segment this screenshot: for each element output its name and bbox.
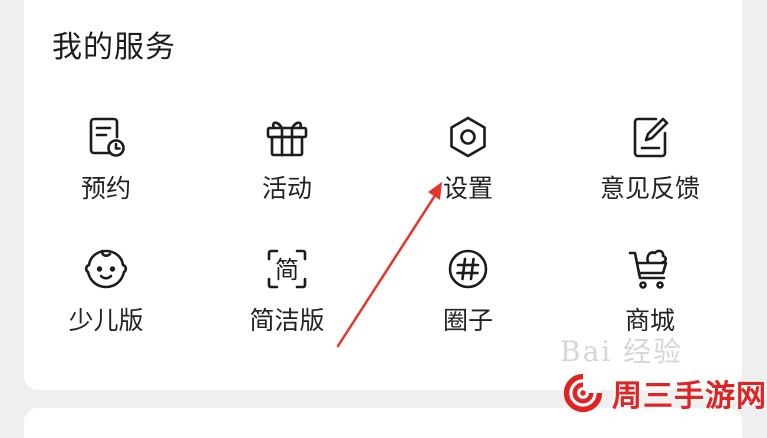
service-item-kids-mode[interactable]: 少儿版 (26, 245, 186, 337)
service-label: 圈子 (442, 306, 493, 335)
section-title: 我的服务 (52, 30, 176, 65)
service-item-reservation[interactable]: 预约 (26, 113, 186, 205)
service-item-settings[interactable]: 设置 (388, 113, 548, 205)
simple-mode-glyph: 简 (275, 256, 299, 284)
child-face-icon (82, 245, 130, 293)
service-item-feedback[interactable]: 意见反馈 (570, 113, 730, 205)
service-label: 预约 (80, 174, 131, 203)
calendar-clock-icon (82, 113, 130, 161)
watermark: Bai 经验 (560, 335, 684, 368)
service-label: 活动 (261, 174, 312, 203)
gift-icon (263, 113, 311, 161)
shopping-cart-icon (626, 245, 674, 293)
feedback-edit-icon (626, 113, 674, 161)
service-label: 少儿版 (68, 306, 144, 335)
service-item-mall[interactable]: 商城 (570, 245, 730, 337)
brand-watermark: 周三手游网 (562, 366, 767, 420)
simple-mode-icon: 简 (263, 245, 311, 293)
service-label: 设置 (442, 174, 493, 203)
settings-hexagon-icon (444, 113, 492, 161)
service-label: 意见反馈 (599, 174, 700, 203)
brand-name: 周三手游网 (612, 379, 767, 414)
hashtag-circle-icon (444, 245, 492, 293)
service-item-simple-mode[interactable]: 简 简洁版 (207, 245, 367, 337)
service-item-activity[interactable]: 活动 (207, 113, 367, 205)
service-label: 简洁版 (249, 306, 325, 335)
service-item-circle[interactable]: 圈子 (388, 245, 548, 337)
brand-logo-icon (563, 373, 603, 413)
